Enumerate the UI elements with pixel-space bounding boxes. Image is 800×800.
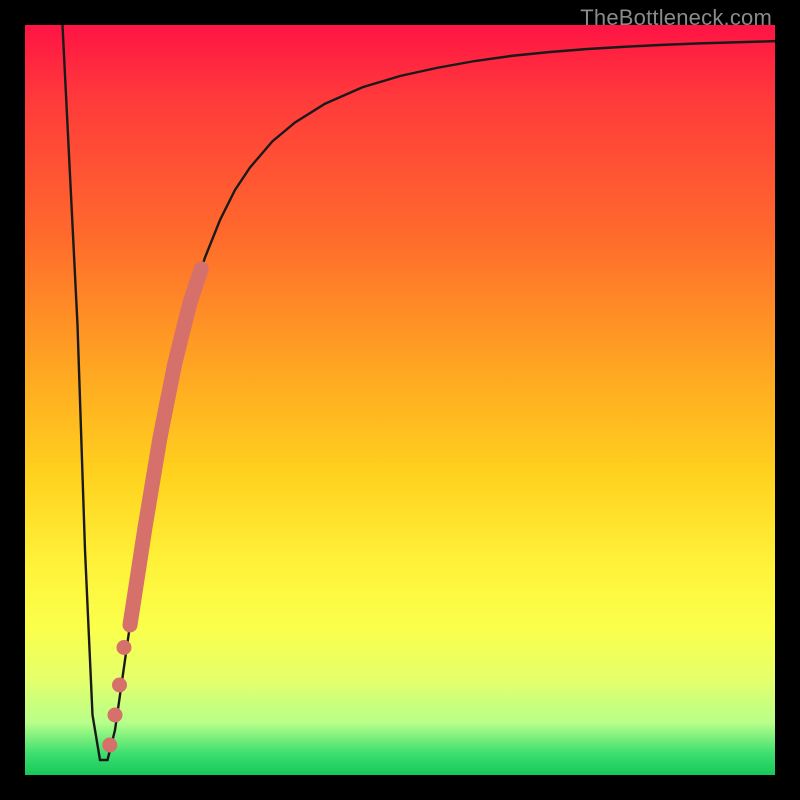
highlight-band <box>130 269 201 625</box>
attribution-text: TheBottleneck.com <box>580 5 772 31</box>
chart-overlay <box>25 25 775 775</box>
highlight-dots <box>102 640 131 753</box>
highlight-dot <box>117 640 132 655</box>
chart-frame: TheBottleneck.com <box>0 0 800 800</box>
plot-area <box>25 25 775 775</box>
highlight-dot <box>112 678 127 693</box>
highlight-dot <box>108 708 123 723</box>
highlight-dot <box>102 738 117 753</box>
